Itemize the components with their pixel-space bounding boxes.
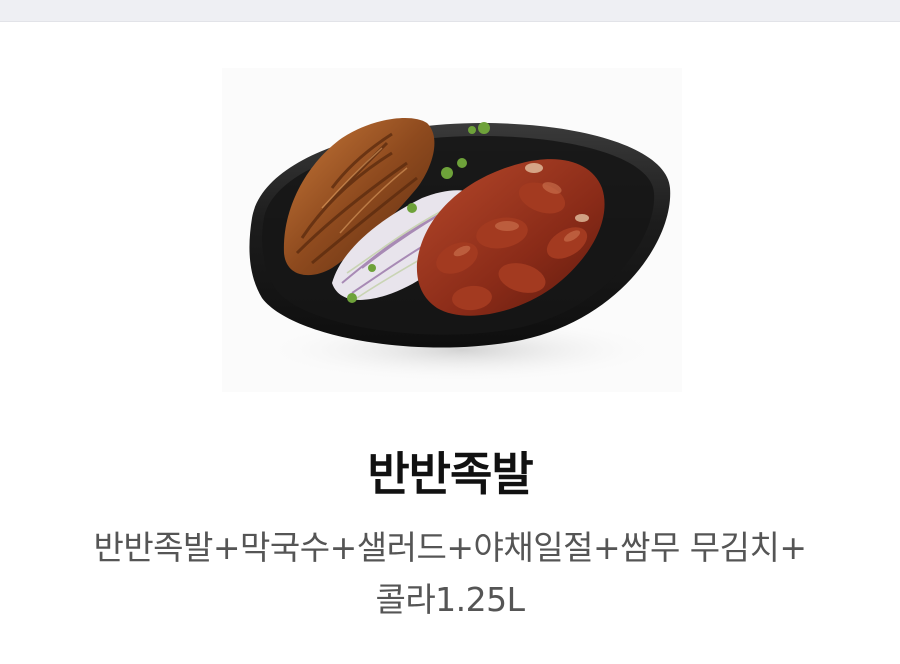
menu-description: 반반족발+막국수+샐러드+야채일절+쌈무 무김치+ 콜라1.25L — [60, 522, 840, 626]
top-bar — [0, 0, 900, 22]
menu-description-line-2: 콜라1.25L — [375, 580, 525, 619]
menu-photo — [222, 68, 682, 392]
menu-description-line-1: 반반족발+막국수+샐러드+야채일절+쌈무 무김치+ — [93, 528, 807, 567]
menu-title: 반반족발 — [367, 447, 533, 501]
